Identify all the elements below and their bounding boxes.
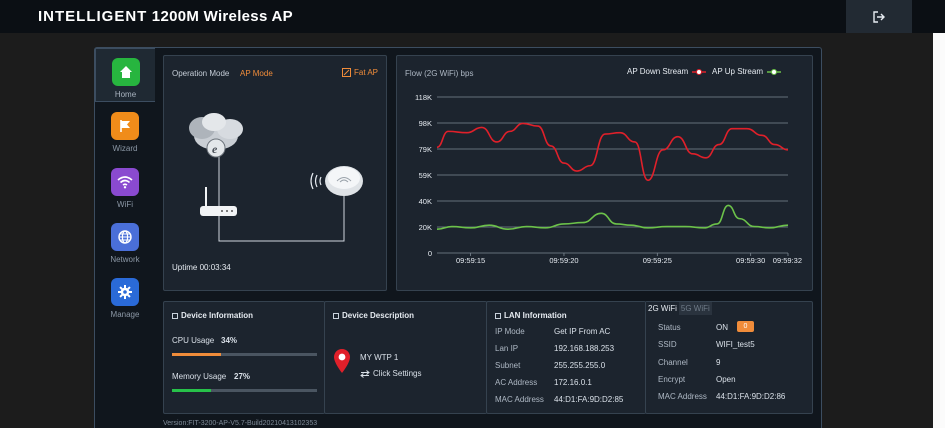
logout-icon[interactable] xyxy=(872,10,886,24)
status-badge: 0 xyxy=(737,321,754,332)
y-tick-label: 59K xyxy=(419,171,432,180)
globe-icon[interactable] xyxy=(111,223,139,251)
memory-bar xyxy=(172,389,317,392)
lan-value: Get IP From AC xyxy=(554,327,611,336)
lan-title: LAN Information xyxy=(504,311,567,320)
wifi-status-value: ON xyxy=(716,323,728,332)
x-tick-label: 09:59:25 xyxy=(643,256,672,265)
wifi-key: MAC Address xyxy=(658,392,707,401)
series-line xyxy=(436,204,789,231)
wifi-panel: 2G WiFi 5G WiFi Status ON 0 SSID WIFI_te… xyxy=(645,301,813,414)
nav-label-home[interactable]: Home xyxy=(115,90,136,99)
wifi-value: 9 xyxy=(716,358,721,367)
y-tick-label: 40K xyxy=(419,197,432,206)
wifi-tabs: 2G WiFi 5G WiFi xyxy=(646,302,712,315)
nav-item-wifi[interactable]: WiFi xyxy=(95,159,155,213)
side-nav: Home Wizard WiFi Network Manage xyxy=(95,48,155,428)
uptime-value: 00:03:34 xyxy=(199,263,231,272)
memory-bar-fill xyxy=(172,389,212,392)
wifi-value: WIFI_test5 xyxy=(716,340,755,349)
tab-2g-wifi[interactable]: 2G WiFi xyxy=(646,302,679,315)
y-tick-label: 79K xyxy=(419,145,432,154)
wifi-status-label: Status xyxy=(658,323,681,332)
scrollbar[interactable] xyxy=(933,33,945,428)
wifi-value: 44:D1:FA:9D:D2:86 xyxy=(716,392,786,401)
nav-item-network[interactable]: Network xyxy=(95,214,155,268)
svg-text:e: e xyxy=(212,142,218,156)
memory-label: Memory Usage xyxy=(172,372,227,381)
nav-label-network[interactable]: Network xyxy=(110,255,139,264)
device-name: MY WTP 1 xyxy=(360,353,399,362)
device-info-header: Device Information xyxy=(172,311,253,320)
device-info-panel: Device Information CPU Usage 34% Memory … xyxy=(163,301,325,414)
gear-icon[interactable] xyxy=(111,278,139,306)
top-bar: INTELLIGENT 1200M Wireless AP xyxy=(0,0,945,33)
lan-key: IP Mode xyxy=(495,327,525,336)
lan-panel: LAN Information IP Mode Get IP From AC L… xyxy=(486,301,646,414)
uptime: Uptime 00:03:34 xyxy=(172,263,231,272)
flow-chart: 118K 98K 79K 59K 40K 20K 0 09:59:15 09:59:20 09:5… xyxy=(415,93,802,265)
x-tick-label: 09:59:15 xyxy=(456,256,485,265)
version-text: Version:FIT-3200-AP-V5.7-Build2021041310… xyxy=(163,420,318,427)
device-desc-header: Device Description xyxy=(333,311,414,320)
nav-label-wizard[interactable]: Wizard xyxy=(113,144,138,153)
cpu-bar-fill xyxy=(172,353,222,356)
wifi-key: Channel xyxy=(658,358,688,367)
x-tick-label: 09:59:32 xyxy=(773,256,802,265)
x-tick-label: 09:59:20 xyxy=(549,256,578,265)
nav-item-manage[interactable]: Manage xyxy=(95,269,155,323)
lan-header: LAN Information xyxy=(495,311,567,320)
x-tick-label: 09:59:30 xyxy=(736,256,765,265)
nav-label-wifi[interactable]: WiFi xyxy=(117,200,133,209)
wifi-key: Encrypt xyxy=(658,375,686,384)
device-desc-panel: Device Description MY WTP 1 Click Settin… xyxy=(324,301,487,414)
y-tick-label: 20K xyxy=(419,223,432,232)
lan-key: Lan IP xyxy=(495,344,519,353)
click-settings-label[interactable]: Click Settings xyxy=(373,369,421,378)
wifi-key: SSID xyxy=(658,340,677,349)
topology-diagram: e xyxy=(189,113,363,242)
section-icon xyxy=(172,312,178,319)
tab-5g-wifi[interactable]: 5G WiFi xyxy=(678,302,712,315)
lan-key: AC Address xyxy=(495,378,538,387)
section-icon xyxy=(333,312,339,319)
y-tick-label: 98K xyxy=(419,119,432,128)
uptime-label: Uptime xyxy=(172,263,198,272)
internet-cloud-icon: e xyxy=(189,113,243,158)
home-icon[interactable] xyxy=(111,58,140,86)
lan-key: MAC Address xyxy=(495,395,544,404)
flag-icon[interactable] xyxy=(111,112,139,140)
cpu-label: CPU Usage xyxy=(172,336,215,345)
lan-value: 192.168.188.253 xyxy=(554,344,615,353)
y-tick-label: 0 xyxy=(428,249,432,258)
wifi-icon[interactable] xyxy=(111,168,139,196)
series-line xyxy=(436,122,789,182)
brand-rest: 1200M Wireless AP xyxy=(151,8,293,25)
nav-item-home[interactable]: Home xyxy=(95,48,155,102)
operation-panel: Operation Mode AP Mode Fat AP e Uptime 0… xyxy=(163,55,387,291)
access-point-icon xyxy=(310,166,363,196)
swap-icon[interactable] xyxy=(360,369,370,378)
logout-button[interactable] xyxy=(846,0,912,33)
section-icon xyxy=(495,312,501,319)
memory-value: 27% xyxy=(234,372,251,381)
cpu-bar xyxy=(172,353,317,356)
lan-value: 172.16.0.1 xyxy=(554,378,592,387)
lan-value: 255.255.255.0 xyxy=(554,361,606,370)
location-pin-icon xyxy=(334,349,350,373)
device-info-title: Device Information xyxy=(181,311,254,320)
lan-value: 44:D1:FA:9D:D2:85 xyxy=(554,395,624,404)
lan-key: Subnet xyxy=(495,361,521,370)
click-settings-link[interactable]: Click Settings xyxy=(360,369,421,378)
nav-label-manage[interactable]: Manage xyxy=(111,310,140,319)
device-desc-title: Device Description xyxy=(342,311,415,320)
brand-title: INTELLIGENT 1200M Wireless AP xyxy=(38,8,293,25)
wifi-value: Open xyxy=(716,375,736,384)
brand-bold: INTELLIGENT xyxy=(38,8,148,25)
flow-panel: Flow (2G WiFi) bps AP Down Stream AP Up … xyxy=(396,55,813,291)
cpu-value: 34% xyxy=(221,336,238,345)
y-tick-label: 118K xyxy=(415,93,432,102)
nav-item-wizard[interactable]: Wizard xyxy=(95,103,155,157)
